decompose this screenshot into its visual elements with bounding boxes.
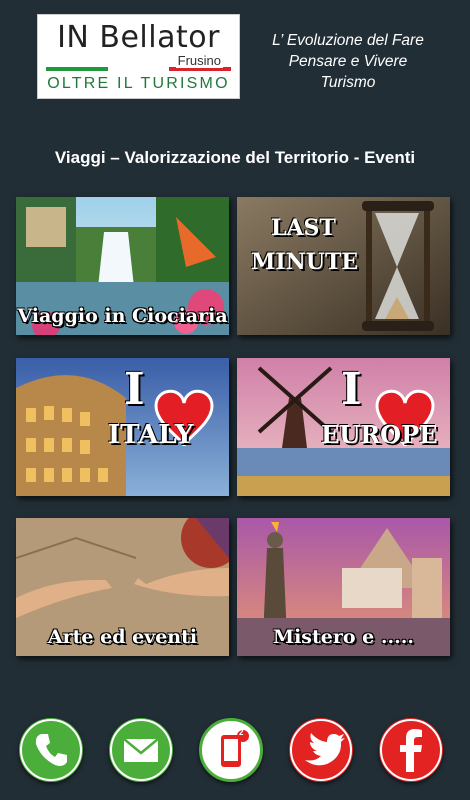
tile-mistero[interactable]: Mistero e ..... bbox=[237, 518, 450, 656]
logo-city: Frusino bbox=[175, 53, 223, 68]
notification-badge: 2 bbox=[239, 728, 244, 737]
i-letter: I bbox=[124, 364, 145, 415]
tile-viaggio-in-ciociaria[interactable]: Viaggio in Ciociaria bbox=[16, 197, 229, 335]
phone-button[interactable] bbox=[19, 718, 83, 782]
tagline-line: Turismo bbox=[320, 74, 376, 91]
facebook-icon bbox=[380, 719, 442, 781]
tile-label: Viaggio in Ciociaria bbox=[17, 305, 228, 327]
last-label: LAST bbox=[271, 215, 336, 241]
brand-logo[interactable]: IN Bellator Frusino OLTRE IL TURISMO bbox=[37, 14, 240, 99]
mobile-button[interactable]: 2 bbox=[199, 718, 263, 782]
i-letter: I bbox=[341, 364, 362, 415]
tile-arte-ed-eventi[interactable]: Arte ed eventi bbox=[16, 518, 229, 656]
mobile-notification-icon bbox=[221, 730, 249, 767]
mail-icon bbox=[110, 719, 172, 781]
logo-subtitle: OLTRE IL TURISMO bbox=[47, 75, 230, 92]
tile-last-minute[interactable]: LAST MINUTE bbox=[237, 197, 450, 335]
section-title: Viaggi – Valorizzazione del Territorio -… bbox=[54, 148, 416, 167]
italy-label: ITALY bbox=[108, 420, 194, 450]
tagline-line: Pensare e Vivere bbox=[288, 53, 408, 70]
europe-label: EUROPE bbox=[321, 420, 438, 449]
tile-i-love-italy[interactable]: I ITALY bbox=[16, 358, 229, 496]
tagline: L’ Evoluzione del Fare Pensare e Vivere … bbox=[258, 30, 438, 93]
minute-label: MINUTE bbox=[251, 249, 359, 275]
phone-icon bbox=[20, 719, 82, 781]
tile-i-love-europe[interactable]: I EUROPE bbox=[237, 358, 450, 496]
twitter-icon bbox=[290, 719, 352, 781]
email-button[interactable] bbox=[109, 718, 173, 782]
tagline-line: L’ Evoluzione del Fare bbox=[272, 32, 424, 49]
twitter-button[interactable] bbox=[289, 718, 353, 782]
logo-title: IN Bellator bbox=[57, 20, 220, 55]
tile-label: Arte ed eventi bbox=[47, 626, 198, 648]
facebook-button[interactable] bbox=[379, 718, 443, 782]
tile-label: Mistero e ..... bbox=[273, 626, 414, 648]
